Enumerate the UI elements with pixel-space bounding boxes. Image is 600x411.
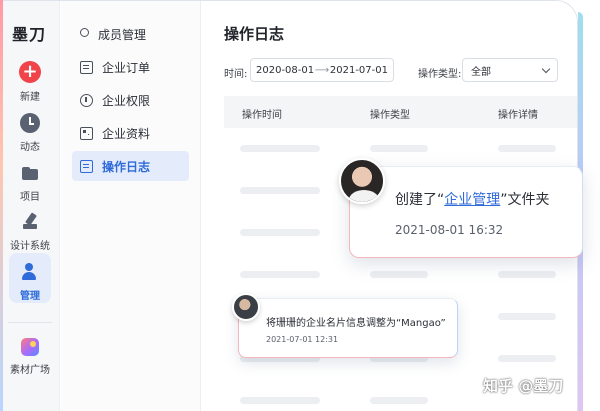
watermark: 知乎 @墨刀 (483, 377, 564, 395)
member-icon (80, 28, 89, 37)
submenu-label: 操作日志 (102, 159, 151, 174)
rail-activity-label: 动态 (20, 142, 40, 153)
skeleton-cell (498, 355, 556, 362)
rail-divider (8, 322, 52, 323)
skeleton-cell (370, 145, 428, 152)
operation-type-select[interactable]: 全部 (462, 58, 558, 82)
column-header: 操作详情 (498, 110, 538, 121)
rail-manage-label: 管理 (20, 291, 40, 302)
rail-design-system-button[interactable]: 设计系统 (9, 212, 51, 252)
avatar (339, 158, 385, 204)
activity-text: 将珊珊的企业名片信息调整为“Mangao” (266, 318, 446, 329)
order-icon (80, 60, 93, 74)
left-edge-glow (0, 0, 3, 411)
skeleton-cell (370, 397, 428, 404)
type-filter-label: 操作类型: (418, 69, 462, 80)
activity-time: 2021-08-01 16:32 (395, 223, 504, 237)
skeleton-cell (498, 271, 556, 278)
folder-link[interactable]: 企业管理 (444, 192, 500, 208)
permission-icon (80, 93, 93, 107)
column-header: 操作类型 (370, 110, 410, 121)
activity-suffix: ”文件夹 (500, 192, 550, 208)
submenu-item-company-info[interactable]: 企业资料 (72, 118, 189, 148)
skeleton-cell (498, 313, 556, 320)
rail-new-label: 新建 (20, 92, 40, 103)
submenu-item-operation-log[interactable]: 操作日志 (72, 151, 189, 181)
rail-materials-button[interactable]: 素材广场 (9, 338, 51, 376)
type-select-value: 全部 (471, 66, 491, 78)
icon-rail: 墨刀 + 新建 动态 项目 设计系统 管理 素材广场 (0, 1, 60, 411)
date-end: 2021-07-01 (329, 64, 388, 76)
submenu-label: 企业订单 (102, 60, 151, 75)
skeleton-cell (498, 145, 556, 152)
page-title: 操作日志 (224, 25, 285, 43)
brand-logo: 墨刀 (12, 25, 47, 44)
rail-manage-button[interactable]: 管理 (9, 253, 51, 303)
submenu-label: 企业权限 (102, 93, 151, 108)
info-icon (80, 126, 93, 140)
rail-design-system-label: 设计系统 (10, 241, 50, 252)
activity-time: 2021-07-01 12:31 (266, 335, 339, 344)
manage-submenu: 成员管理 企业订单 企业权限 企业资料 操作日志 (61, 1, 201, 411)
skeleton-cell (240, 187, 320, 194)
submenu-item-members[interactable]: 成员管理 (72, 19, 189, 49)
chevron-down-icon (541, 64, 551, 73)
pen-icon (20, 212, 40, 232)
date-range-picker[interactable]: 2020-08-01 ⟶ 2021-07-01 (250, 58, 394, 82)
rail-activity-button[interactable]: 动态 (9, 113, 51, 153)
column-header: 操作时间 (242, 110, 282, 121)
avatar (232, 293, 260, 321)
activity-text: 创建了“企业管理”文件夹 (395, 189, 550, 209)
plus-icon: + (19, 61, 41, 83)
user-icon (20, 262, 40, 282)
skeleton-cell (370, 271, 428, 278)
rail-new-button[interactable]: + 新建 (9, 61, 51, 103)
submenu-label: 成员管理 (98, 27, 147, 42)
time-filter-label: 时间: (224, 69, 248, 80)
skeleton-cell (240, 145, 320, 152)
table-header: 操作时间 操作类型 操作详情 (224, 96, 577, 128)
submenu-label: 企业资料 (102, 126, 151, 141)
folder-icon (20, 163, 40, 183)
skeleton-cell (240, 271, 320, 278)
rail-materials-label: 素材广场 (10, 365, 50, 376)
log-icon (80, 159, 93, 173)
submenu-item-permissions[interactable]: 企业权限 (72, 85, 189, 115)
activity-card-profile[interactable]: 将珊珊的企业名片信息调整为“Mangao” 2021-07-01 12:31 (238, 298, 458, 358)
clock-icon (20, 113, 40, 133)
activity-prefix: 创建了“ (395, 192, 445, 208)
date-start: 2020-08-01 (256, 64, 315, 76)
arrow-right-icon: ⟶ (314, 64, 330, 76)
skeleton-cell (240, 229, 320, 236)
material-icon (21, 338, 39, 356)
rail-projects-button[interactable]: 项目 (9, 163, 51, 203)
skeleton-cell (240, 397, 320, 404)
submenu-item-orders[interactable]: 企业订单 (72, 52, 189, 82)
rail-projects-label: 项目 (20, 192, 40, 203)
